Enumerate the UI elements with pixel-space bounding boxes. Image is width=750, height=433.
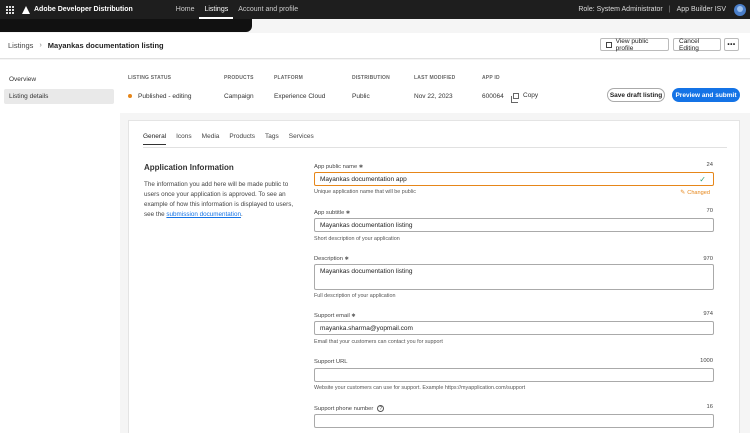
tab-media[interactable]: Media	[202, 133, 220, 145]
support-phone-label-text: Support phone number	[314, 406, 374, 413]
description-count: 970	[703, 256, 713, 262]
section-description: The information you add here will be mad…	[144, 180, 300, 220]
support-email-count: 974	[703, 311, 713, 317]
copy-app-id-button[interactable]: Copy	[511, 90, 539, 103]
brand-name: Adobe Developer Distribution	[34, 6, 133, 13]
support-email-help: Email that your customers can contact yo…	[314, 339, 443, 345]
support-url-label: Support URL	[314, 359, 348, 365]
app-name-value: Mayankas documentation app	[320, 176, 407, 183]
distribution-header: DISTRIBUTION	[352, 75, 390, 81]
org-switcher[interactable]: App Builder ISV	[677, 6, 726, 13]
last-modified-header: LAST MODIFIED	[414, 75, 456, 81]
adobe-logo-icon	[22, 5, 31, 14]
required-mark: ✱	[345, 210, 351, 216]
breadcrumb-listings[interactable]: Listings	[8, 41, 33, 50]
copy-icon	[511, 92, 519, 103]
support-url-count: 1000	[700, 358, 713, 364]
required-mark: ✱	[358, 164, 364, 170]
breadcrumb: Listings › Mayankas documentation listin…	[8, 41, 164, 50]
distribution-value: Public	[352, 93, 370, 100]
app-id-header: APP ID	[482, 75, 500, 81]
app-switcher-icon[interactable]	[6, 5, 14, 14]
platform-value: Experience Cloud	[274, 93, 326, 100]
submission-documentation-link[interactable]: submission documentation	[166, 211, 241, 218]
listing-status-header: LISTING STATUS	[128, 75, 172, 81]
app-name-input[interactable]: Mayankas documentation app ✓	[314, 172, 714, 186]
products-value: Campaign	[224, 93, 254, 100]
platform-header: PLATFORM	[274, 75, 304, 81]
changed-indicator: ✎ Changed	[680, 189, 710, 196]
app-name-label: App public name ✱	[314, 164, 363, 170]
section-title: Application Information	[144, 163, 234, 172]
subtitle-input[interactable]: Mayankas documentation listing	[314, 218, 714, 232]
app-name-help: Unique application name that will be pub…	[314, 189, 416, 195]
app-id-value: 600064	[482, 93, 504, 100]
more-options-button[interactable]: •••	[724, 38, 739, 51]
view-public-profile-label: View public profile	[615, 37, 649, 52]
support-email-input[interactable]: mayanka.sharma@yopmail.com	[314, 321, 714, 335]
sidebar-item-listing-details[interactable]: Listing details	[4, 89, 114, 104]
description-label-text: Description	[314, 256, 343, 262]
support-url-help: Website your customers can use for suppo…	[314, 385, 526, 391]
external-link-icon	[606, 41, 612, 48]
checkmark-icon: ✓	[699, 175, 706, 184]
sidebar-item-overview[interactable]: Overview	[4, 72, 114, 87]
status-text: Published - editing	[138, 93, 192, 100]
cancel-editing-button[interactable]: Cancel Editing	[673, 38, 721, 52]
preview-submit-button[interactable]: Preview and submit	[672, 88, 740, 102]
chevron-right-icon: ›	[39, 42, 42, 49]
pencil-icon: ✎	[680, 190, 686, 196]
view-public-profile-button[interactable]: View public profile	[600, 37, 669, 52]
top-right-area: Role: System Administrator | App Builder…	[578, 0, 746, 19]
last-modified-value: Nov 22, 2023	[414, 93, 453, 100]
copy-label: Copy	[523, 92, 539, 99]
required-mark: ✱	[351, 313, 356, 319]
tab-services[interactable]: Services	[289, 133, 314, 145]
separator: |	[668, 6, 671, 13]
section-desc-tail: .	[240, 211, 243, 218]
subtitle-label: App subtitle ✱	[314, 210, 350, 216]
listing-form-panel: General Icons Media Products Tags Servic…	[128, 120, 740, 433]
role-label: Role: System Administrator	[578, 6, 663, 13]
subtitle-help: Short description of your application	[314, 236, 400, 242]
help-icon[interactable]: ?	[377, 405, 385, 412]
tab-icons[interactable]: Icons	[176, 133, 192, 145]
support-email-label: Support email ✱	[314, 313, 356, 319]
tab-bar: General Icons Media Products Tags Servic…	[143, 133, 324, 145]
changed-text: Changed	[687, 190, 710, 196]
save-draft-button[interactable]: Save draft listing	[607, 88, 665, 102]
main-nav: Home Listings Account and profile	[171, 0, 303, 19]
tab-divider	[143, 147, 727, 148]
nav-home[interactable]: Home	[171, 0, 200, 19]
description-help: Full description of your application	[314, 293, 396, 299]
nav-listings[interactable]: Listings	[199, 0, 234, 19]
app-name-label-text: App public name	[314, 164, 358, 170]
support-phone-count: 16	[706, 404, 713, 410]
tab-products[interactable]: Products	[229, 133, 255, 145]
tab-tags[interactable]: Tags	[265, 133, 279, 145]
required-mark: ✱	[344, 256, 349, 262]
listing-status-row: LISTING STATUS PRODUCTS PLATFORM DISTRIB…	[120, 60, 750, 113]
description-textarea[interactable]: Mayankas documentation listing	[314, 264, 714, 290]
support-url-input[interactable]	[314, 368, 714, 382]
products-header: PRODUCTS	[224, 75, 254, 81]
description-label: Description ✱	[314, 256, 349, 262]
page-header: Listings › Mayankas documentation listin…	[0, 33, 750, 59]
support-email-label-text: Support email	[314, 313, 350, 319]
status-dot-icon	[128, 94, 132, 99]
subtitle-label-text: App subtitle	[314, 210, 345, 216]
app-name-count: 24	[706, 162, 713, 168]
page-title: Mayankas documentation listing	[47, 41, 164, 50]
nav-account-profile[interactable]: Account and profile	[233, 0, 303, 19]
top-bar: Adobe Developer Distribution Home Listin…	[0, 0, 750, 19]
redacted-banner	[0, 19, 252, 32]
avatar[interactable]	[734, 3, 746, 16]
support-phone-input[interactable]	[314, 414, 714, 428]
subtitle-count: 70	[706, 208, 713, 214]
sidebar: Overview Listing details	[0, 60, 120, 433]
support-phone-label: Support phone number?	[314, 405, 385, 413]
tab-general[interactable]: General	[143, 133, 167, 145]
status-badge: Published - editing	[128, 93, 191, 100]
